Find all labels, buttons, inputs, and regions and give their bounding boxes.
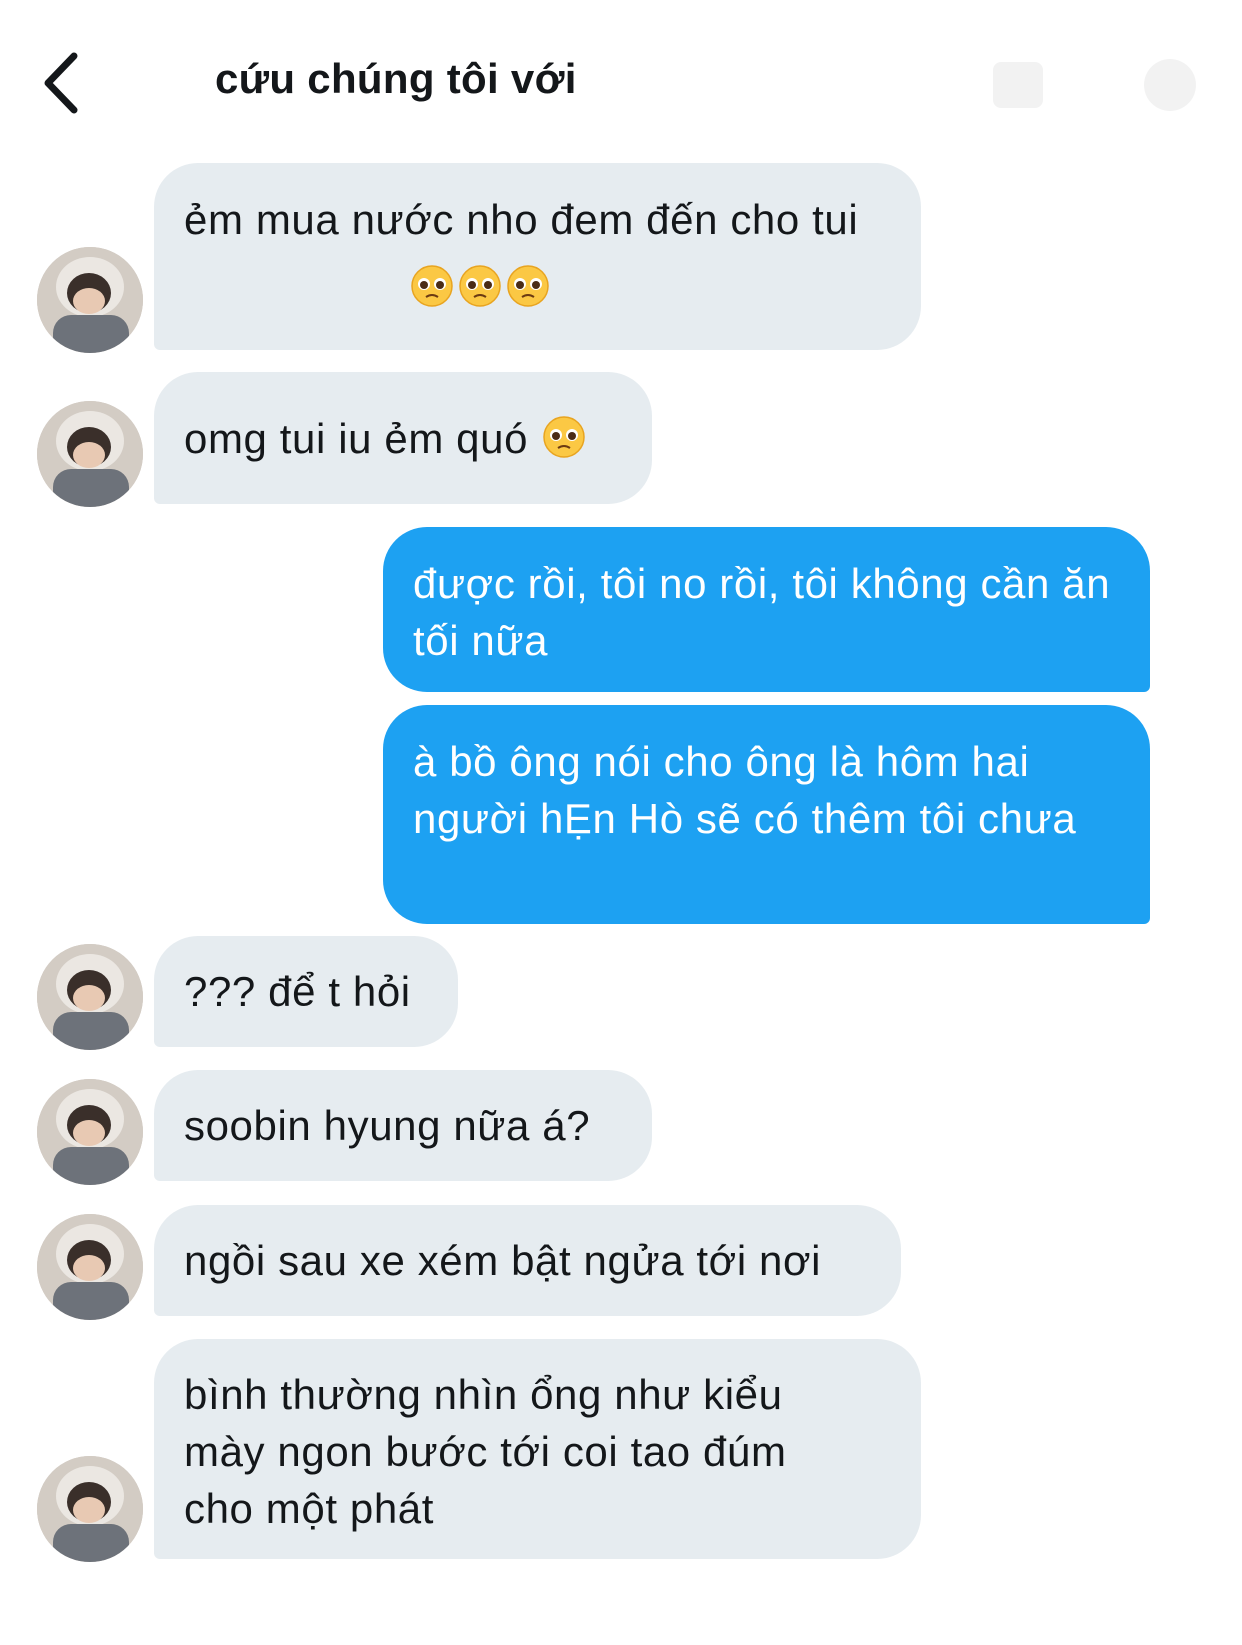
- message-text: được rồi, tôi no rồi, tôi không cần ăn t…: [413, 560, 1111, 664]
- avatar-image: [37, 1456, 143, 1562]
- avatar-image: [37, 1214, 143, 1320]
- pleading-face-icon: [507, 265, 549, 307]
- new-message-icon[interactable]: [985, 50, 1055, 120]
- message-text: ??? để t hỏi: [184, 968, 411, 1015]
- chevron-left-icon: [44, 52, 78, 114]
- message-text: bình thường nhìn ổng như kiểu mày ngon b…: [184, 1371, 787, 1532]
- pleading-face-icon: [543, 416, 585, 458]
- conversation-header: cứu chúng tôi với: [0, 0, 1242, 160]
- message-bubble-incoming[interactable]: ngồi sau xe xém bật ngửa tới nơi: [154, 1205, 901, 1316]
- message-bubble-incoming[interactable]: ??? để t hỏi: [154, 936, 458, 1047]
- avatar-image: [37, 247, 143, 353]
- avatar-image: [37, 1079, 143, 1185]
- message-text: ngồi sau xe xém bật ngửa tới nơi: [184, 1237, 822, 1284]
- message-text: omg tui iu ẻm quó: [184, 415, 529, 462]
- avatar[interactable]: [37, 401, 143, 507]
- message-text: ẻm mua nước nho đem đến cho tui: [184, 196, 859, 243]
- back-button[interactable]: [36, 48, 96, 118]
- avatar[interactable]: [37, 1079, 143, 1185]
- pleading-face-icon: [459, 265, 501, 307]
- avatar[interactable]: [37, 247, 143, 353]
- message-bubble-incoming[interactable]: bình thường nhìn ổng như kiểu mày ngon b…: [154, 1339, 921, 1559]
- pleading-face-icon: [411, 265, 453, 307]
- message-text: soobin hyung nữa á?: [184, 1102, 591, 1149]
- message-bubble-outgoing[interactable]: được rồi, tôi no rồi, tôi không cần ăn t…: [383, 527, 1150, 692]
- emoji-group: [406, 259, 550, 316]
- conversation-title: cứu chúng tôi với: [215, 55, 577, 102]
- avatar-image: [37, 944, 143, 1050]
- avatar[interactable]: [37, 1214, 143, 1320]
- avatar-image: [37, 401, 143, 507]
- message-bubble-incoming[interactable]: soobin hyung nữa á?: [154, 1070, 652, 1181]
- avatar[interactable]: [37, 944, 143, 1050]
- message-text: à bồ ông nói cho ông là hôm hai người hẸ…: [413, 738, 1077, 842]
- avatar[interactable]: [37, 1456, 143, 1562]
- message-bubble-incoming[interactable]: omg tui iu ẻm quó: [154, 372, 652, 504]
- message-bubble-incoming[interactable]: ẻm mua nước nho đem đến cho tui: [154, 163, 921, 350]
- message-bubble-outgoing[interactable]: à bồ ông nói cho ông là hôm hai người hẸ…: [383, 705, 1150, 924]
- settings-icon[interactable]: [1135, 50, 1205, 120]
